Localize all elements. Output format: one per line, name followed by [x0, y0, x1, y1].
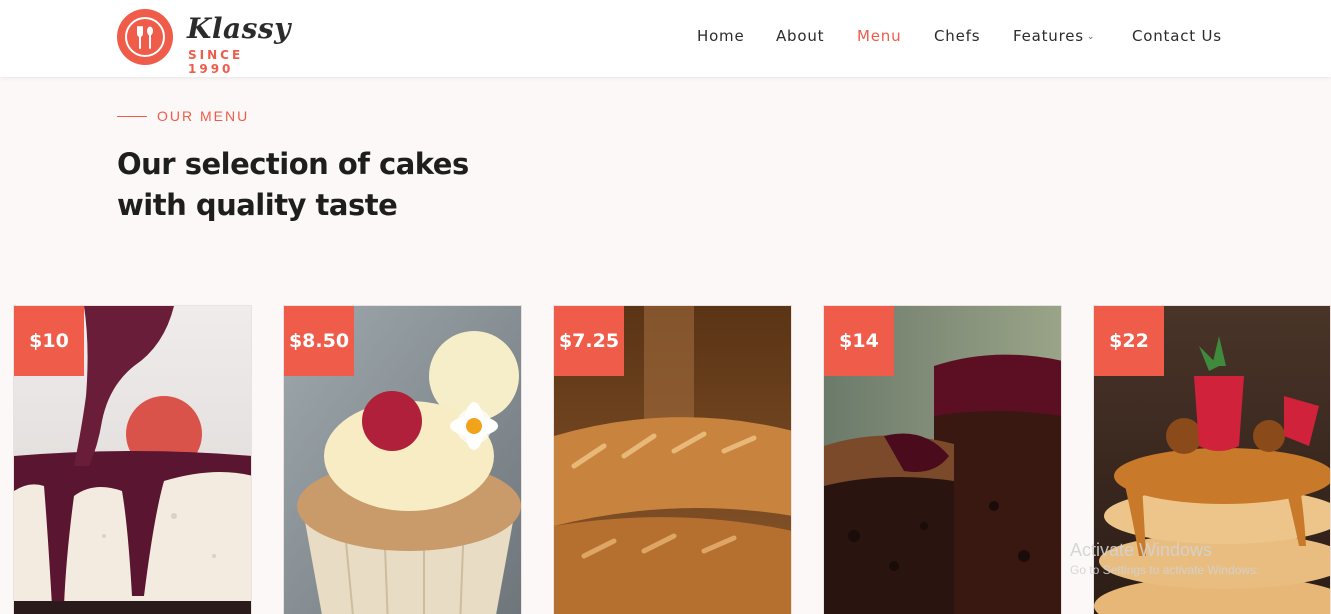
price-badge: $10: [14, 306, 84, 376]
section-title: Our selection of cakes with quality tast…: [117, 144, 537, 226]
nav-contact-us[interactable]: Contact Us: [1132, 27, 1222, 45]
watermark-line-1: Activate Windows: [1070, 540, 1213, 560]
section-eyebrow: OUR MENU: [117, 106, 249, 126]
menu-card[interactable]: $8.50: [283, 305, 522, 614]
nav-features[interactable]: Features ⌄: [1013, 27, 1095, 45]
brand-tagline: SINCE 1990: [188, 48, 244, 76]
watermark-line-2: Go to Settings to activate Windows.: [1070, 563, 1260, 577]
nav-chefs[interactable]: Chefs: [934, 27, 980, 45]
eyebrow-divider: [117, 115, 147, 117]
nav-features-label: Features: [1013, 27, 1084, 45]
nav-menu[interactable]: Menu: [857, 27, 901, 45]
site-header: Klassy SINCE 1990 Home About Menu Chefs …: [0, 0, 1331, 77]
price-badge: $8.50: [284, 306, 354, 376]
section-title-line-1: Our selection of cakes: [117, 147, 469, 181]
menu-card[interactable]: $7.25: [553, 305, 792, 614]
menu-card[interactable]: $14: [823, 305, 1062, 614]
price-badge: $7.25: [554, 306, 624, 376]
menu-card[interactable]: $10: [13, 305, 252, 614]
chevron-down-icon: ⌄: [1086, 32, 1096, 42]
nav-home[interactable]: Home: [697, 27, 745, 45]
nav-about[interactable]: About: [776, 27, 824, 45]
eyebrow-text: OUR MENU: [157, 108, 250, 124]
price-badge: $22: [1094, 306, 1164, 376]
activate-windows-watermark: Activate Windows Go to Settings to activ…: [1070, 540, 1259, 577]
section-title-line-2: with quality taste: [117, 188, 398, 222]
price-badge: $14: [824, 306, 894, 376]
main-nav: Home About Menu Chefs Features ⌄ Contact …: [0, 27, 1331, 49]
